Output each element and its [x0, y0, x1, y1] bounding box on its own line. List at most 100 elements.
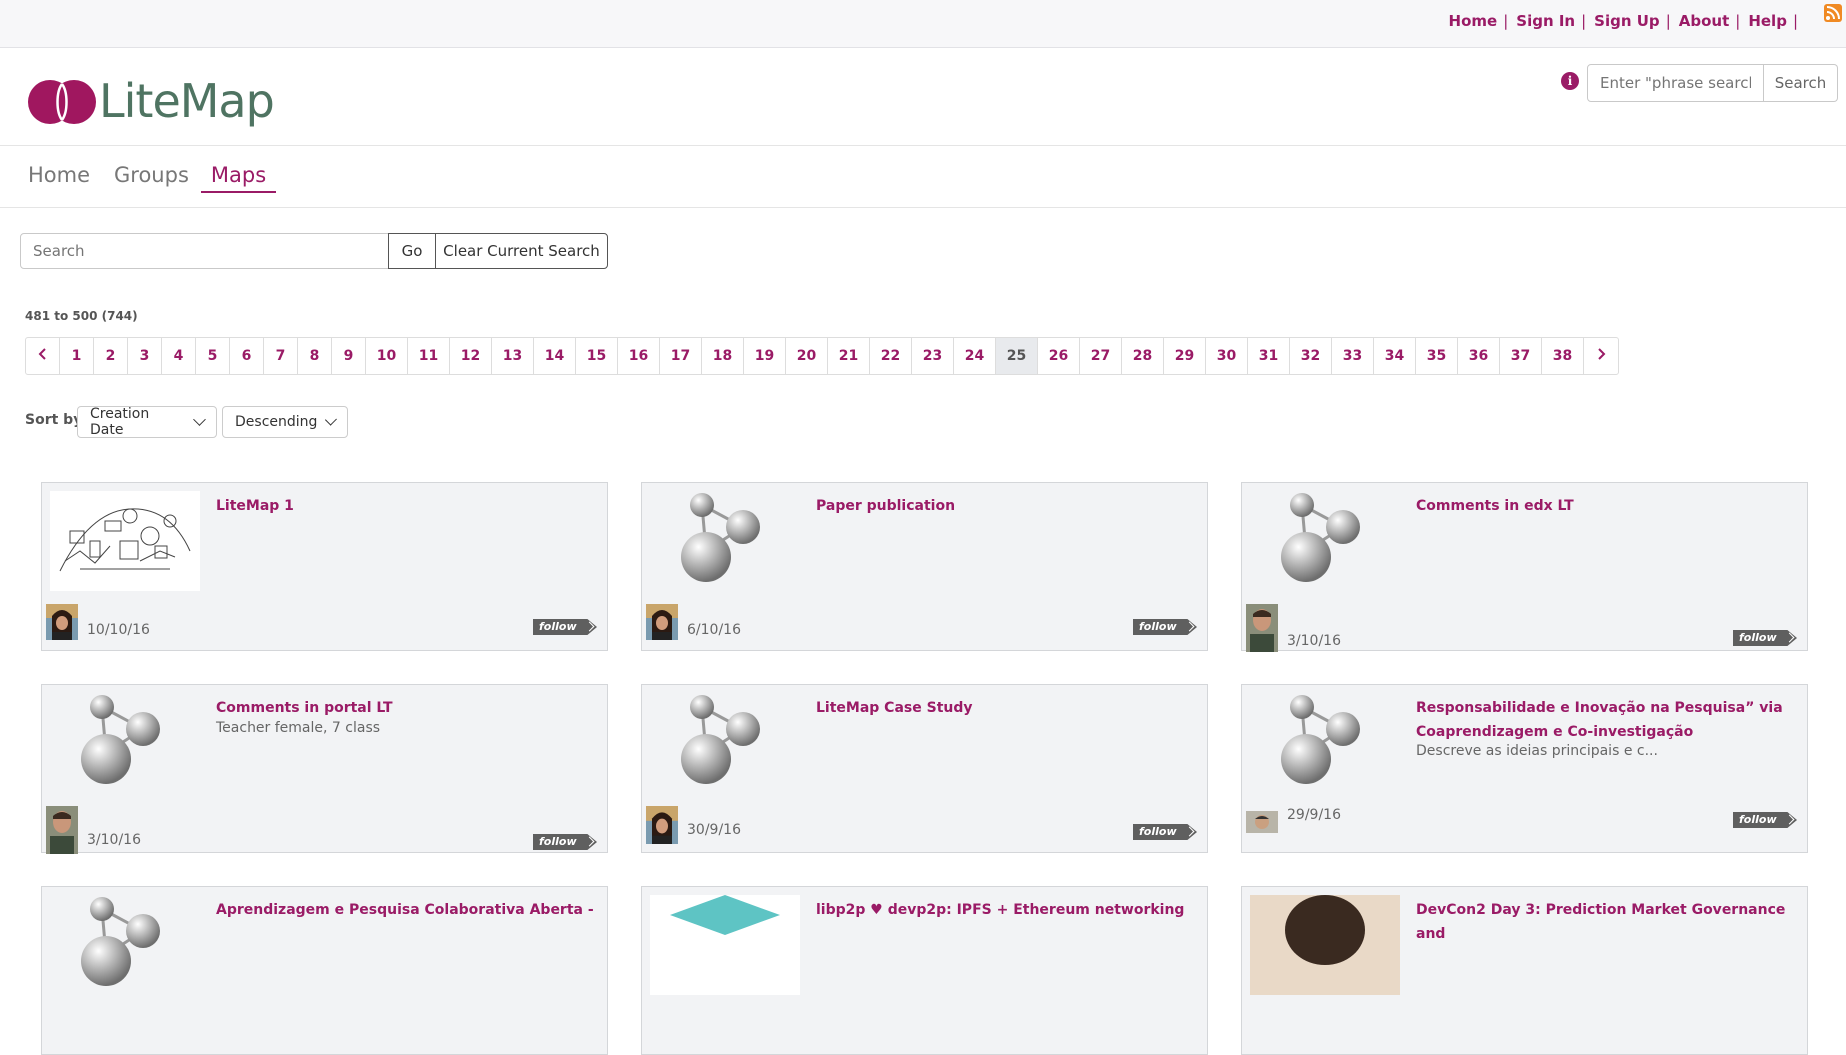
follow-button[interactable]: follow — [1733, 812, 1797, 828]
avatar[interactable] — [46, 604, 78, 640]
page-link-3[interactable]: 3 — [128, 338, 162, 374]
map-card[interactable]: libp2p ♥ devp2p: IPFS + Ethereum network… — [641, 886, 1208, 1055]
map-title-link[interactable]: LiteMap Case Study — [816, 696, 1196, 720]
sort-order-select[interactable]: Descending — [222, 406, 348, 438]
map-title-link[interactable]: Comments in portal LT — [216, 696, 596, 720]
go-button[interactable]: Go — [388, 233, 436, 269]
page-link-5[interactable]: 5 — [196, 338, 230, 374]
map-thumbnail[interactable] — [650, 491, 800, 591]
avatar[interactable] — [46, 806, 78, 854]
page-link-11[interactable]: 11 — [408, 338, 450, 374]
map-card[interactable]: Comments in portal LT Teacher female, 7 c… — [41, 684, 608, 854]
page-link-25[interactable]: 25 — [996, 338, 1038, 374]
page-link-19[interactable]: 19 — [744, 338, 786, 374]
avatar[interactable] — [646, 604, 678, 640]
sort-field-select[interactable]: Creation Date — [77, 406, 217, 438]
top-link-sign-up[interactable]: Sign Up — [1594, 12, 1660, 30]
follow-button[interactable]: follow — [533, 619, 597, 635]
page-link-4[interactable]: 4 — [162, 338, 196, 374]
rss-icon[interactable] — [1824, 4, 1842, 22]
page-link-17[interactable]: 17 — [660, 338, 702, 374]
page-link-13[interactable]: 13 — [492, 338, 534, 374]
top-link-help[interactable]: Help — [1748, 12, 1787, 30]
page-link-37[interactable]: 37 — [1500, 338, 1542, 374]
map-thumbnail[interactable] — [650, 693, 800, 793]
map-thumbnail[interactable] — [1250, 895, 1400, 995]
map-title-link[interactable]: LiteMap 1 — [216, 494, 596, 518]
page-link-22[interactable]: 22 — [870, 338, 912, 374]
map-title-link[interactable]: Comments in edx LT — [1416, 494, 1796, 518]
page-link-15[interactable]: 15 — [576, 338, 618, 374]
map-card[interactable]: Comments in edx LT 3/10/16 follow — [1241, 482, 1808, 652]
follow-button[interactable]: follow — [1133, 824, 1197, 840]
page-link-18[interactable]: 18 — [702, 338, 744, 374]
page-link-9[interactable]: 9 — [332, 338, 366, 374]
map-title-link[interactable]: Aprendizagem e Pesquisa Colaborativa Abe… — [216, 898, 596, 922]
chevron-down-icon — [193, 413, 206, 426]
header-search-button[interactable]: Search — [1764, 64, 1838, 102]
avatar[interactable] — [1246, 604, 1278, 652]
page-link-29[interactable]: 29 — [1164, 338, 1206, 374]
map-thumbnail[interactable] — [50, 693, 200, 793]
page-link-35[interactable]: 35 — [1416, 338, 1458, 374]
page-link-6[interactable]: 6 — [230, 338, 264, 374]
map-thumbnail[interactable] — [1250, 693, 1400, 793]
page-link-34[interactable]: 34 — [1374, 338, 1416, 374]
clear-search-button[interactable]: Clear Current Search — [435, 233, 608, 269]
page-link-16[interactable]: 16 — [618, 338, 660, 374]
avatar[interactable] — [1246, 811, 1278, 833]
next-page-button[interactable] — [1584, 338, 1618, 374]
search-input[interactable] — [20, 233, 389, 269]
page-link-12[interactable]: 12 — [450, 338, 492, 374]
page-link-1[interactable]: 1 — [60, 338, 94, 374]
page-link-21[interactable]: 21 — [828, 338, 870, 374]
logo-text[interactable]: LiteMap — [99, 74, 275, 128]
page-link-23[interactable]: 23 — [912, 338, 954, 374]
page-link-31[interactable]: 31 — [1248, 338, 1290, 374]
prev-page-button[interactable] — [26, 338, 60, 374]
map-thumbnail[interactable] — [1250, 491, 1400, 591]
map-thumbnail[interactable] — [50, 491, 200, 591]
page-link-30[interactable]: 30 — [1206, 338, 1248, 374]
separator: | — [1735, 12, 1741, 30]
tab-maps[interactable]: Maps — [200, 163, 277, 193]
follow-button[interactable]: follow — [533, 834, 597, 850]
map-card[interactable]: Aprendizagem e Pesquisa Colaborativa Abe… — [41, 886, 608, 1055]
map-card[interactable]: LiteMap Case Study 30/9/16 follow — [641, 684, 1208, 853]
page-link-20[interactable]: 20 — [786, 338, 828, 374]
map-thumbnail[interactable] — [50, 895, 200, 995]
logo-icon[interactable] — [28, 78, 96, 126]
page-link-28[interactable]: 28 — [1122, 338, 1164, 374]
page-link-26[interactable]: 26 — [1038, 338, 1080, 374]
top-link-about[interactable]: About — [1679, 12, 1730, 30]
map-card[interactable]: DevCon2 Day 3: Prediction Market Governa… — [1241, 886, 1808, 1055]
tab-groups[interactable]: Groups — [112, 163, 191, 193]
top-link-sign-in[interactable]: Sign In — [1516, 12, 1575, 30]
map-title-link[interactable]: libp2p ♥ devp2p: IPFS + Ethereum network… — [816, 898, 1196, 922]
page-link-24[interactable]: 24 — [954, 338, 996, 374]
page-link-36[interactable]: 36 — [1458, 338, 1500, 374]
map-title-link[interactable]: Responsabilidade e Inovação na Pesquisa”… — [1416, 696, 1796, 744]
page-link-8[interactable]: 8 — [298, 338, 332, 374]
page-link-33[interactable]: 33 — [1332, 338, 1374, 374]
tab-home[interactable]: Home — [26, 163, 92, 193]
avatar[interactable] — [646, 806, 678, 844]
follow-button[interactable]: follow — [1133, 619, 1197, 635]
map-card[interactable]: Responsabilidade e Inovação na Pesquisa”… — [1241, 684, 1808, 853]
map-thumbnail[interactable] — [650, 895, 800, 995]
header-search-input[interactable] — [1587, 64, 1764, 102]
map-card[interactable]: Paper publication 6/10/16 follow — [641, 482, 1208, 651]
page-link-2[interactable]: 2 — [94, 338, 128, 374]
map-title-link[interactable]: Paper publication — [816, 494, 1196, 518]
page-link-14[interactable]: 14 — [534, 338, 576, 374]
map-title-link[interactable]: DevCon2 Day 3: Prediction Market Governa… — [1416, 898, 1796, 946]
page-link-10[interactable]: 10 — [366, 338, 408, 374]
page-link-7[interactable]: 7 — [264, 338, 298, 374]
page-link-32[interactable]: 32 — [1290, 338, 1332, 374]
top-link-home[interactable]: Home — [1449, 12, 1498, 30]
map-card[interactable]: LiteMap 1 10/10/16 follow — [41, 482, 608, 651]
page-link-27[interactable]: 27 — [1080, 338, 1122, 374]
follow-button[interactable]: follow — [1733, 630, 1797, 646]
info-icon[interactable]: i — [1561, 72, 1579, 90]
page-link-38[interactable]: 38 — [1542, 338, 1584, 374]
